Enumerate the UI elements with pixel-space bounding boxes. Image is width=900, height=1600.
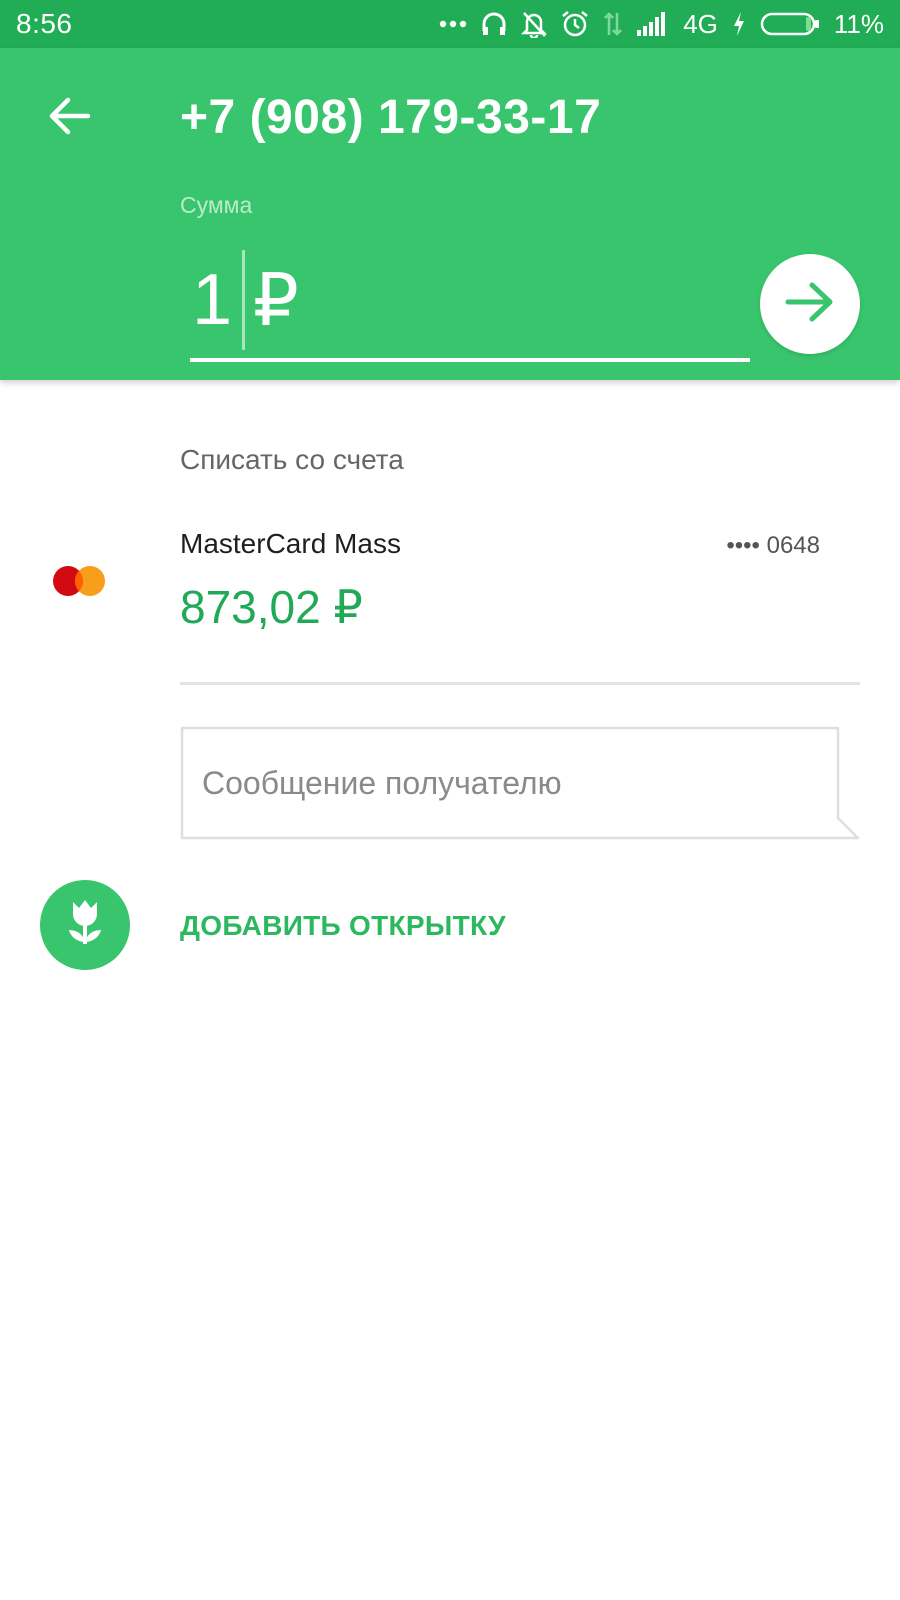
- more-dots-icon: [439, 19, 467, 29]
- mastercard-logo-icon: [52, 564, 112, 598]
- divider: [180, 682, 860, 685]
- status-bar: 8:56 4G 11%: [0, 0, 900, 48]
- card-name: MasterCard Mass: [180, 528, 401, 559]
- data-arrows-icon: [603, 11, 623, 37]
- arrow-right-icon: [784, 280, 836, 329]
- status-icons: 4G 11%: [439, 9, 884, 40]
- recipient-phone-title: +7 (908) 179-33-17: [180, 91, 602, 144]
- back-button[interactable]: [40, 88, 100, 148]
- amount-label: Сумма: [180, 192, 253, 218]
- signal-icon: [637, 12, 669, 36]
- amount-value: 1: [192, 260, 233, 340]
- debit-account-label: Списать со счета: [180, 444, 404, 475]
- arrow-left-icon: [48, 96, 92, 141]
- text-cursor: [242, 250, 246, 350]
- payment-header: +7 (908) 179-33-17 Сумма 1 ₽: [0, 48, 900, 380]
- add-postcard-button[interactable]: [40, 880, 130, 970]
- amount-input[interactable]: 1 ₽: [190, 242, 750, 362]
- card-balance: 873,02 ₽: [180, 581, 363, 633]
- card-number-masked: •••• 0648: [726, 532, 820, 559]
- continue-button[interactable]: [760, 254, 860, 354]
- currency-symbol: ₽: [253, 261, 299, 341]
- add-postcard-link[interactable]: ДОБАВИТЬ ОТКРЫТКУ: [180, 910, 506, 942]
- message-box: [180, 726, 860, 840]
- battery-icon: [760, 11, 820, 37]
- charging-icon: [732, 11, 746, 37]
- bell-off-icon: [521, 10, 548, 38]
- alarm-icon: [561, 10, 589, 38]
- tulip-icon: [65, 898, 105, 953]
- status-time: 8:56: [16, 8, 73, 39]
- debit-account-selector[interactable]: MasterCard Mass •••• 0648 873,02 ₽: [0, 510, 900, 686]
- battery-percent: 11%: [833, 8, 884, 39]
- message-to-recipient-input[interactable]: [183, 729, 838, 837]
- headphones-icon: [481, 11, 507, 37]
- network-type: 4G: [683, 8, 718, 39]
